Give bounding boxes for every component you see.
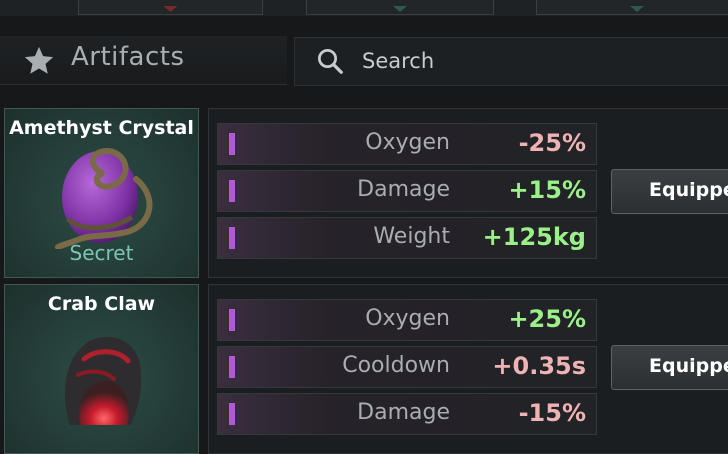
search-input[interactable]: Search (294, 37, 728, 86)
stat-value: +25% (508, 305, 586, 333)
top-tab-strip (0, 0, 728, 16)
stat-value: +15% (508, 176, 586, 204)
stat-label: Weight (373, 224, 450, 249)
stat-row: Oxygen -25% (217, 123, 597, 165)
stat-value: -25% (518, 129, 586, 157)
stat-row: Weight +125kg (217, 217, 597, 259)
stat-value: +0.35s (492, 352, 586, 380)
stat-label: Damage (357, 177, 450, 202)
search-placeholder: Search (362, 49, 435, 73)
stat-label: Oxygen (365, 130, 450, 155)
stat-label: Oxygen (365, 306, 450, 331)
stat-row: Damage -15% (217, 393, 597, 435)
artifact-name: Crab Claw (47, 293, 156, 315)
amethyst-crystal-icon (55, 147, 153, 249)
stat-label: Cooldown (342, 353, 450, 378)
equipped-button[interactable]: Equipped (611, 169, 728, 214)
stat-label: Damage (357, 400, 450, 425)
category-header: Artifacts (0, 36, 287, 85)
top-tab-1[interactable] (78, 0, 263, 15)
equipped-button-label: Equipped (649, 179, 728, 201)
stat-row: Cooldown +0.35s (217, 346, 597, 388)
stat-value: +125kg (482, 223, 586, 251)
category-title: Artifacts (71, 42, 185, 72)
crab-claw-icon (64, 336, 142, 425)
equipped-button[interactable]: Equipped (611, 345, 728, 390)
top-tab-3[interactable] (536, 0, 728, 15)
search-icon (318, 49, 343, 74)
stat-value: -15% (518, 399, 586, 427)
stat-row: Damage +15% (217, 170, 597, 212)
artifact-card[interactable]: Crab Claw (4, 284, 199, 454)
stat-row: Oxygen +25% (217, 299, 597, 341)
artifact-card[interactable]: Amethyst Crystal Secret (4, 108, 199, 278)
star-icon (24, 46, 54, 74)
top-tab-2[interactable] (306, 0, 494, 15)
artifact-name: Amethyst Crystal (9, 117, 194, 139)
artifact-tag: Secret (69, 241, 134, 265)
equipped-button-label: Equipped (649, 355, 728, 377)
